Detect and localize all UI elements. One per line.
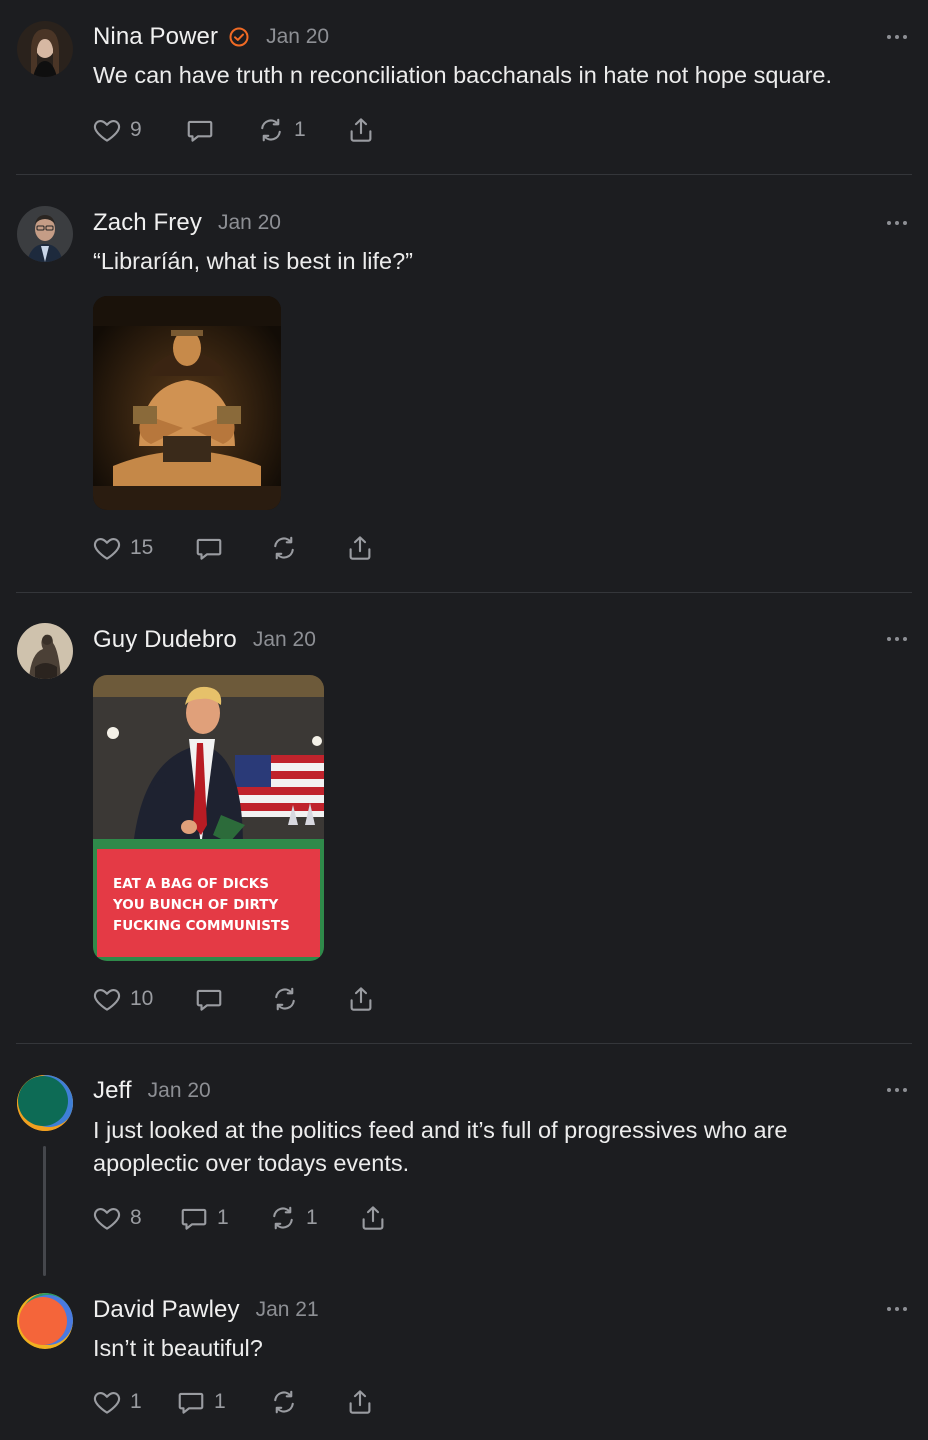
more-options-icon[interactable] [886,635,908,643]
like-button[interactable]: 15 [92,531,153,565]
post-header: Zach Frey Jan 20 [93,208,281,238]
comment-icon [179,1203,209,1233]
heart-icon [92,1387,122,1417]
more-options-icon[interactable] [886,219,908,227]
share-button[interactable] [345,1385,375,1419]
post-zach-frey: Zach Frey Jan 20 “Libraríán, what is bes… [0,175,928,593]
restack-button[interactable] [269,1385,299,1419]
restack-count: 1 [306,1206,318,1229]
post-date[interactable]: Jan 21 [256,1298,319,1322]
restack-icon [269,1387,299,1417]
share-icon [358,1203,388,1233]
heart-icon [92,533,122,563]
post-text: “Libraríán, what is best in life?” [93,248,414,274]
post-header: Jeff Jan 20 [93,1076,211,1106]
post-header: Nina Power Jan 20 [93,22,329,52]
post-text: We can have truth n reconciliation bacch… [93,62,832,88]
restack-icon [269,533,299,563]
like-count: 9 [130,118,142,141]
post-text-line: apoplectic over todays events. [93,1150,410,1176]
comment-icon [185,115,215,145]
sign-line-1: EAT A BAG OF DICKS [113,876,269,892]
avatar[interactable] [17,1075,73,1131]
author-name[interactable]: Jeff [93,1077,132,1105]
restack-count: 1 [294,118,306,141]
post-guy-dudebro: Guy Dudebro Jan 20 EAT A BAG OF DICKS YO… [0,593,928,1044]
post-image[interactable]: EAT A BAG OF DICKS YOU BUNCH OF DIRTY FU… [93,675,324,961]
more-options-icon[interactable] [886,1086,908,1094]
restack-button[interactable] [269,531,299,565]
comment-button[interactable]: 1 [179,1201,229,1235]
sign-line-2: YOU BUNCH OF DIRTY [112,897,279,913]
post-date[interactable]: Jan 20 [253,628,316,652]
verified-badge-icon [229,27,249,47]
restack-button[interactable]: 1 [256,113,306,147]
restack-icon [270,984,300,1014]
share-button[interactable] [346,982,376,1016]
post-header: David Pawley Jan 21 [93,1295,319,1325]
post-text: Isn’t it beautiful? [93,1335,263,1361]
like-count: 8 [130,1206,142,1229]
share-icon [346,115,376,145]
post-david-pawley: David Pawley Jan 21 Isn’t it beautiful? … [0,1262,928,1440]
like-count: 1 [130,1390,142,1413]
heart-icon [92,1203,122,1233]
share-button[interactable] [358,1201,388,1235]
post-text-line: I just looked at the politics feed and i… [93,1117,788,1143]
share-button[interactable] [345,531,375,565]
heart-icon [92,984,122,1014]
comment-count: 1 [217,1206,229,1229]
share-icon [345,1387,375,1417]
like-button[interactable]: 10 [92,982,153,1016]
restack-button[interactable]: 1 [268,1201,318,1235]
comment-icon [194,533,224,563]
author-name[interactable]: Guy Dudebro [93,626,237,654]
avatar[interactable] [17,623,73,679]
author-name[interactable]: Zach Frey [93,209,202,237]
restack-icon [268,1203,298,1233]
notes-feed: Nina Power Jan 20 We can have truth n re… [0,0,928,1440]
restack-button[interactable] [270,982,300,1016]
like-button[interactable]: 1 [92,1385,142,1419]
comment-icon [194,984,224,1014]
author-name[interactable]: David Pawley [93,1296,240,1324]
post-text: I just looked at the politics feed and i… [93,1114,893,1180]
avatar[interactable] [17,206,73,262]
like-button[interactable]: 8 [92,1201,142,1235]
post-nina-power: Nina Power Jan 20 We can have truth n re… [0,0,928,175]
like-button[interactable]: 9 [92,113,142,147]
comment-button[interactable]: 1 [176,1385,226,1419]
like-count: 10 [130,987,154,1010]
comment-button[interactable] [185,113,215,147]
restack-icon [256,115,286,145]
author-name[interactable]: Nina Power [93,23,218,51]
avatar[interactable] [17,1293,73,1349]
post-image[interactable] [93,296,281,510]
post-header: Guy Dudebro Jan 20 [93,625,316,655]
comment-button[interactable] [194,982,224,1016]
avatar[interactable] [17,21,73,77]
comment-icon [176,1387,206,1417]
sign-line-3: FUCKING COMMUNISTS [113,918,290,934]
heart-icon [92,115,122,145]
share-icon [346,984,376,1014]
share-icon [345,533,375,563]
post-date[interactable]: Jan 20 [148,1079,211,1103]
post-jeff: Jeff Jan 20 I just looked at the politic… [0,1044,928,1284]
like-count: 15 [130,536,154,559]
post-date[interactable]: Jan 20 [218,211,281,235]
share-button[interactable] [346,113,376,147]
thread-connector [43,1146,46,1276]
more-options-icon[interactable] [886,33,908,41]
comment-count: 1 [214,1390,226,1413]
post-date[interactable]: Jan 20 [266,25,329,49]
comment-button[interactable] [194,531,224,565]
more-options-icon[interactable] [886,1305,908,1313]
